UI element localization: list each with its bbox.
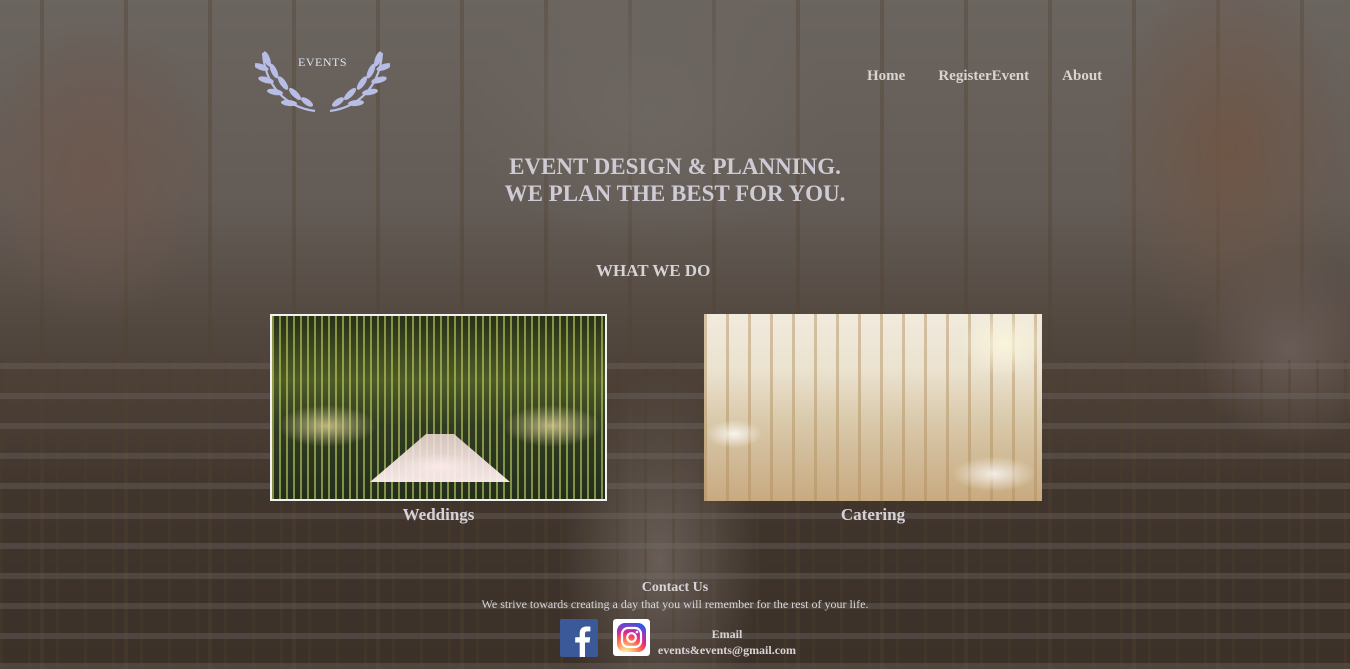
service-card-weddings[interactable]: Weddings bbox=[270, 314, 607, 524]
background-overlay bbox=[0, 0, 1350, 669]
events-logo[interactable]: EVENTS bbox=[255, 45, 390, 113]
nav-home-link[interactable]: Home bbox=[867, 68, 905, 85]
weddings-caption: Weddings bbox=[402, 505, 475, 524]
catering-caption: Catering bbox=[840, 505, 906, 524]
email-block: Email events&events@gmail.com bbox=[656, 627, 798, 658]
weddings-photo-runway bbox=[370, 434, 510, 482]
contact-title: Contact Us bbox=[641, 580, 709, 595]
instagram-icon[interactable] bbox=[613, 619, 650, 656]
logo-text: EVENTS bbox=[298, 55, 347, 69]
catering-photo[interactable] bbox=[704, 314, 1042, 501]
email-address[interactable]: events&events@gmail.com bbox=[656, 643, 798, 658]
contact-section: Contact Us We strive towards creating a … bbox=[0, 580, 1350, 612]
email-label: Email bbox=[711, 627, 743, 641]
main-nav: Home RegisterEvent About bbox=[867, 68, 1135, 85]
facebook-icon[interactable] bbox=[560, 619, 598, 657]
hero-heading: EVENT DESIGN & PLANNING. WE PLAN THE BES… bbox=[0, 153, 1350, 207]
hero-line-1: EVENT DESIGN & PLANNING. bbox=[509, 154, 841, 179]
instagram-gradient bbox=[617, 623, 646, 652]
nav-register-event-link[interactable]: RegisterEvent bbox=[938, 68, 1029, 85]
contact-text: We strive towards creating a day that yo… bbox=[481, 597, 869, 611]
facebook-glyph bbox=[575, 626, 591, 657]
what-we-do-heading: WHAT WE DO bbox=[596, 261, 711, 280]
weddings-photo[interactable] bbox=[270, 314, 607, 501]
hero-line-2: WE PLAN THE BEST FOR YOU. bbox=[504, 181, 846, 206]
instagram-glyph bbox=[620, 626, 643, 649]
service-card-catering[interactable]: Catering bbox=[704, 314, 1042, 524]
nav-about-link[interactable]: About bbox=[1062, 68, 1102, 85]
